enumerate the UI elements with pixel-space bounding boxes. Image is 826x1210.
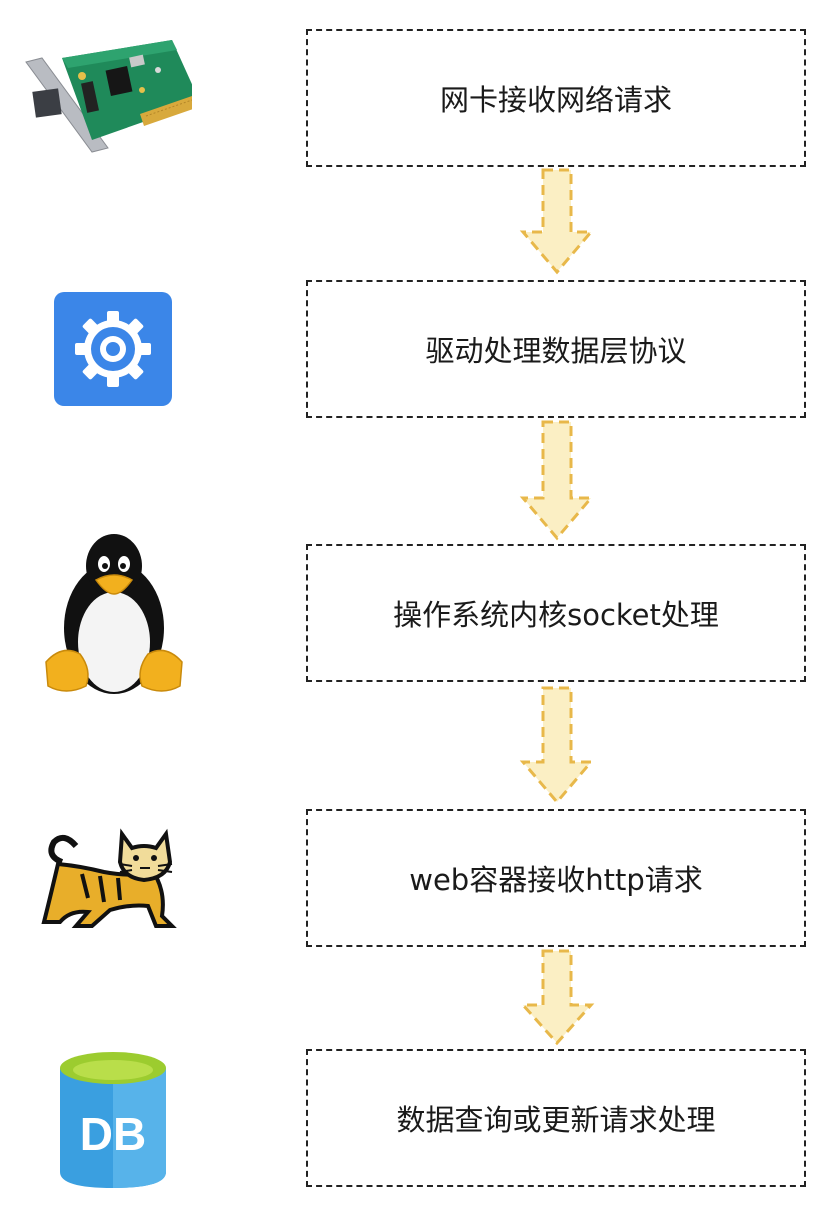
step-label: 网卡接收网络请求	[439, 83, 672, 117]
down-arrow-icon	[519, 686, 595, 805]
tomcat-icon	[41, 828, 177, 928]
down-arrow-icon	[519, 420, 595, 541]
down-arrow-icon	[519, 949, 595, 1046]
step-box-kernel-socket: 操作系统内核socket处理	[306, 544, 806, 682]
linux-penguin-icon	[45, 534, 183, 694]
step-label: 数据查询或更新请求处理	[396, 1103, 716, 1137]
database-icon-text: DB	[80, 1108, 146, 1160]
step-box-network-card: 网卡接收网络请求	[306, 29, 806, 167]
step-label: 操作系统内核socket处理	[393, 598, 719, 632]
step-box-database: 数据查询或更新请求处理	[306, 1049, 806, 1187]
gear-settings-icon	[54, 292, 172, 406]
down-arrow-icon	[519, 168, 595, 275]
database-icon: DB	[60, 1052, 166, 1188]
step-box-web-container: web容器接收http请求	[306, 809, 806, 947]
network-card-icon	[25, 40, 192, 153]
step-label: 驱动处理数据层协议	[425, 334, 687, 368]
step-box-driver: 驱动处理数据层协议	[306, 280, 806, 418]
step-label: web容器接收http请求	[409, 863, 703, 897]
